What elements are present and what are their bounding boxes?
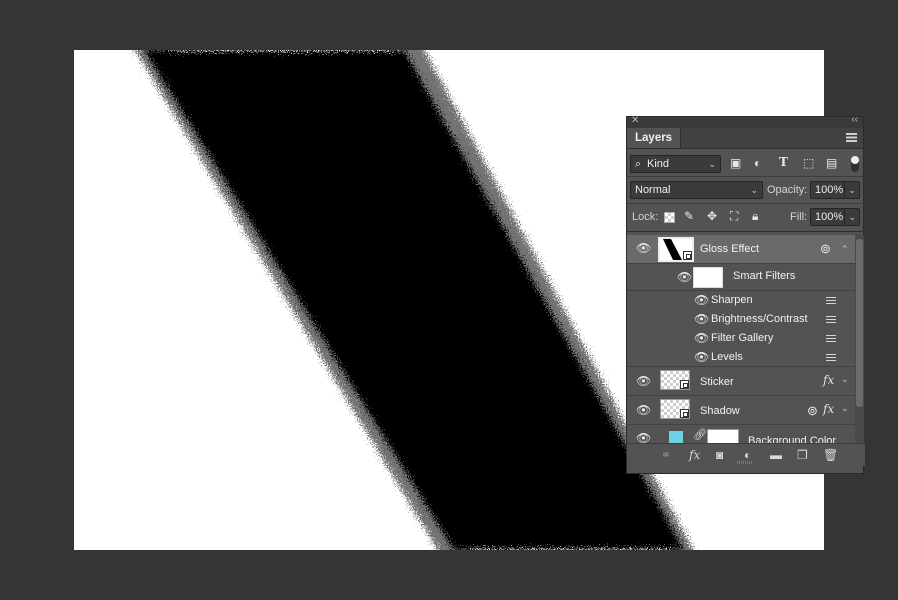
blend-row: Normal ⌄ Opacity: 100% ⌄	[627, 179, 865, 201]
visibility-eye-icon[interactable]: 👁︎	[677, 270, 692, 284]
layer-effects-icon[interactable]: fx	[823, 373, 834, 387]
search-icon: ⌕	[635, 158, 642, 170]
adjustment-layer-filter-icon[interactable]: ◐	[754, 156, 761, 170]
lock-label: Lock:	[632, 211, 659, 223]
filter-kind-dropdown[interactable]: ⌕ Kind ⌄	[630, 155, 721, 173]
filter-name: Sharpen	[711, 294, 753, 306]
lock-all-icon[interactable]: 🔒︎	[752, 209, 758, 224]
filter-name: Brightness/Contrast	[711, 313, 808, 325]
new-adjustment-layer-icon[interactable]: ◐	[744, 448, 751, 462]
visibility-eye-icon[interactable]: 👁︎	[636, 241, 651, 255]
chevron-down-icon[interactable]: ⌄	[844, 182, 856, 198]
color-fill-swatch[interactable]	[669, 431, 683, 443]
layer-row-smart-filters[interactable]: 👁︎ Smart Filters	[627, 264, 855, 291]
layers-bottom-toolbar: ⚭ fx ◙ ◐ ▬ ❐ 🗑︎	[627, 443, 865, 466]
smart-object-icon	[680, 409, 689, 418]
panel-title-bar[interactable]: ✕ ‹‹	[627, 114, 863, 128]
layers-panel: ✕ ‹‹ Layers ⌕ Kind ⌄ ▣ ◐ T ⬚ ▤ Normal ⌄ …	[626, 114, 865, 474]
lock-position-icon[interactable]: ✥	[707, 209, 717, 223]
smart-object-filter-icon[interactable]: ▤	[826, 156, 837, 170]
layer-thumbnail	[660, 370, 690, 390]
layer-name[interactable]: Shadow	[700, 405, 740, 417]
smart-object-badge-icon: ⊚	[807, 403, 818, 418]
type-layer-filter-icon[interactable]: T	[779, 155, 788, 169]
panel-menu-icon[interactable]	[846, 133, 857, 142]
add-layer-style-icon[interactable]: fx	[689, 448, 700, 462]
filter-blending-options-icon[interactable]	[826, 354, 836, 362]
filter-name: Levels	[711, 351, 743, 363]
smart-filters-label: Smart Filters	[733, 270, 796, 282]
filter-blending-options-icon[interactable]	[826, 297, 836, 305]
filter-row-filter-gallery[interactable]: 👁︎ Filter Gallery	[627, 329, 855, 348]
new-group-folder-icon[interactable]: ▬	[770, 448, 782, 462]
filter-blending-options-icon[interactable]	[826, 335, 836, 343]
layers-scrollbar[interactable]	[855, 235, 864, 443]
smart-object-icon	[683, 251, 692, 260]
filter-mask-thumbnail[interactable]	[693, 267, 723, 288]
visibility-eye-icon[interactable]: 👁︎	[694, 293, 709, 307]
opacity-value: 100%	[815, 184, 844, 196]
fill-value: 100%	[815, 211, 844, 223]
filter-row-sharpen[interactable]: 👁︎ Sharpen	[627, 291, 855, 310]
lock-artboard-icon[interactable]: ⛶	[730, 209, 738, 224]
chevron-down-icon[interactable]: ⌄	[841, 374, 849, 385]
filter-toggle-switch[interactable]	[851, 156, 859, 172]
chevron-down-icon: ⌄	[708, 159, 716, 169]
chevron-down-icon: ⌄	[750, 185, 758, 195]
panel-tab-row: Layers	[627, 128, 863, 149]
layer-name[interactable]: Gloss Effect	[700, 243, 759, 255]
visibility-eye-icon[interactable]: 👁︎	[694, 350, 709, 364]
layer-thumbnail	[660, 399, 690, 419]
blend-mode-value: Normal	[635, 184, 671, 196]
chevron-down-icon[interactable]: ⌄	[844, 209, 856, 225]
layer-row-background-color[interactable]: 👁︎ 🔗︎ Background Color	[627, 425, 855, 443]
smart-object-badge-icon: ⊚	[820, 241, 831, 256]
opacity-label: Opacity:	[767, 184, 808, 196]
link-layers-icon[interactable]: ⚭	[661, 448, 671, 462]
scrollbar-thumb[interactable]	[856, 239, 863, 407]
lock-transparent-pixels-icon[interactable]	[664, 212, 675, 223]
collapse-panel-icon[interactable]: ‹‹	[851, 114, 858, 125]
visibility-eye-icon[interactable]: 👁︎	[694, 312, 709, 326]
filter-row-levels[interactable]: 👁︎ Levels	[627, 348, 855, 367]
filter-name: Filter Gallery	[711, 332, 774, 344]
visibility-eye-icon[interactable]: 👁︎	[636, 403, 651, 417]
layer-thumbnail	[658, 237, 694, 262]
panel-resize-grip[interactable]	[737, 461, 753, 464]
new-layer-icon[interactable]: ❐	[797, 448, 808, 462]
chevron-up-icon[interactable]: ⌃	[841, 244, 849, 255]
visibility-eye-icon[interactable]: 👁︎	[636, 431, 651, 443]
lock-row: Lock: ✎ ✥ ⛶ 🔒︎ Fill: 100% ⌄	[627, 206, 865, 228]
visibility-eye-icon[interactable]: 👁︎	[636, 374, 651, 388]
filter-row: ⌕ Kind ⌄ ▣ ◐ T ⬚ ▤	[627, 153, 865, 175]
smart-object-icon	[680, 380, 689, 389]
fill-label: Fill:	[790, 211, 808, 223]
visibility-eye-icon[interactable]: 👁︎	[694, 331, 709, 345]
layer-row-sticker[interactable]: 👁︎ Sticker fx ⌄	[627, 367, 855, 396]
close-panel-icon[interactable]: ✕	[631, 115, 639, 126]
layer-mask-thumbnail	[707, 429, 739, 443]
filter-blending-options-icon[interactable]	[826, 316, 836, 324]
filter-row-brightness-contrast[interactable]: 👁︎ Brightness/Contrast	[627, 310, 855, 329]
layer-effects-icon[interactable]: fx	[823, 402, 834, 416]
add-layer-mask-icon[interactable]: ◙	[716, 448, 723, 462]
pixel-layer-filter-icon[interactable]: ▣	[730, 156, 741, 170]
layer-row-shadow[interactable]: 👁︎ Shadow ⊚ fx ⌄	[627, 396, 855, 425]
lock-image-pixels-icon[interactable]: ✎	[684, 209, 694, 223]
shape-layer-filter-icon[interactable]: ⬚	[803, 156, 814, 170]
blend-mode-dropdown[interactable]: Normal ⌄	[630, 181, 763, 199]
link-icon[interactable]: 🔗︎	[693, 428, 707, 441]
layer-row-gloss-effect[interactable]: 👁︎ Gloss Effect ⊚ ⌃	[627, 235, 855, 264]
chevron-down-icon[interactable]: ⌄	[841, 403, 849, 414]
tab-layers[interactable]: Layers	[627, 128, 682, 148]
fill-input[interactable]: 100% ⌄	[810, 208, 860, 226]
layer-name[interactable]: Background Color	[748, 435, 836, 443]
delete-layer-trash-icon[interactable]: 🗑︎	[823, 448, 838, 462]
layer-name[interactable]: Sticker	[700, 376, 734, 388]
opacity-input[interactable]: 100% ⌄	[810, 181, 860, 199]
filter-kind-value: Kind	[647, 158, 670, 170]
